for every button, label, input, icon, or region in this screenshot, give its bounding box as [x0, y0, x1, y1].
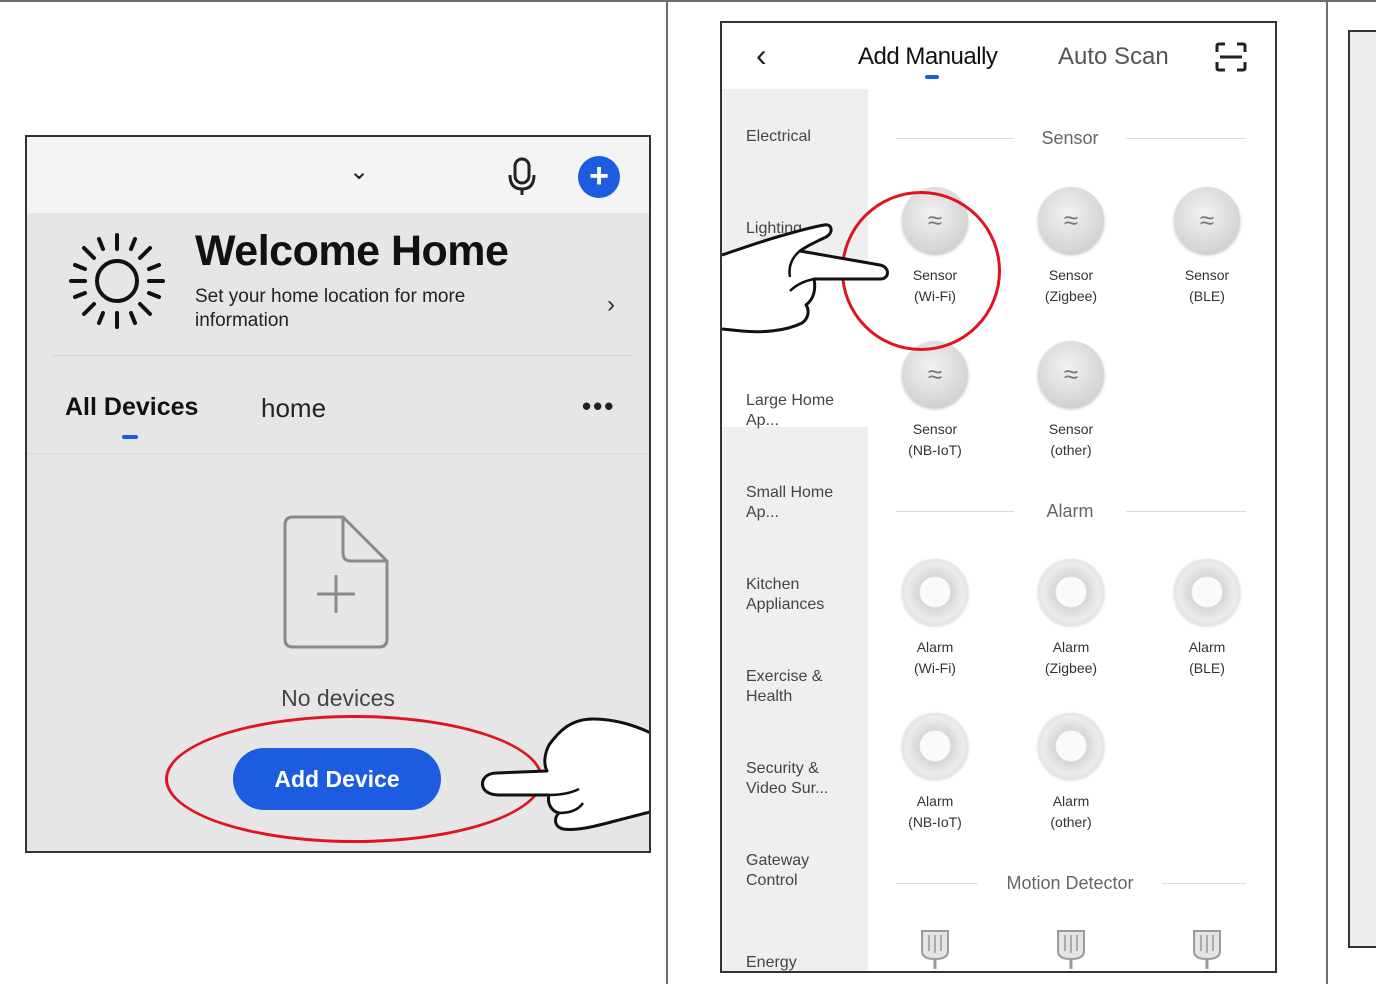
sensor-icon: ≈: [1174, 187, 1240, 253]
sidebar-item-kitchen-appliances[interactable]: Kitchen Appliances: [746, 575, 842, 615]
device-label-protocol: (NB-IoT): [908, 814, 962, 830]
device-label-protocol: (Zigbee): [1044, 660, 1098, 676]
motion-detector-icon: [1193, 930, 1221, 969]
pointing-hand-icon: [722, 223, 889, 334]
device-label: Sensor: [912, 421, 958, 437]
alarm-icon: [1038, 559, 1104, 625]
device-motion-detector[interactable]: [1147, 929, 1267, 971]
alarm-icon: [902, 713, 968, 779]
tab-add-manually[interactable]: Add Manually: [858, 43, 998, 71]
active-tab-indicator: [122, 435, 138, 439]
device-label-protocol: (BLE): [1189, 660, 1225, 676]
section-divider: [1126, 511, 1246, 512]
back-arrow-icon[interactable]: ‹: [756, 37, 767, 74]
section-divider: [1162, 883, 1246, 884]
chevron-down-icon[interactable]: ⌄: [349, 157, 369, 186]
sidebar-item-energy[interactable]: Energy: [746, 953, 858, 971]
sensor-icon: ≈: [1038, 187, 1104, 253]
add-device-screen: ‹ Add Manually Auto Scan Electrical Ligh…: [720, 21, 1277, 973]
section-title-alarm: Alarm: [1046, 501, 1094, 521]
tab-home[interactable]: home: [261, 393, 326, 424]
sensor-icon: ≈: [902, 341, 968, 407]
sidebar-item-gateway-control[interactable]: Gateway Control: [746, 851, 842, 891]
device-label-protocol: (other): [1050, 814, 1092, 830]
device-label: Sensor: [1184, 267, 1230, 283]
top-border: [0, 0, 1376, 2]
empty-state-text: No devices: [281, 685, 395, 711]
section-divider: [896, 138, 1014, 139]
device-motion-detector[interactable]: [1011, 929, 1131, 971]
section-title-motion-detector: Motion Detector: [1006, 873, 1134, 893]
device-label: Alarm: [1052, 639, 1090, 655]
sidebar-item-small-home-appliances[interactable]: Small Home Ap...: [746, 483, 842, 523]
section-divider: [896, 511, 1014, 512]
motion-detector-icon: [1057, 930, 1085, 969]
microphone-icon[interactable]: [505, 157, 541, 197]
scan-icon[interactable]: [1214, 41, 1248, 73]
sun-icon: [69, 233, 165, 329]
sensor-icon: ≈: [1038, 341, 1104, 407]
device-label-protocol: (NB-IoT): [908, 442, 962, 458]
add-plus-button[interactable]: +: [578, 156, 620, 198]
section-divider: [896, 883, 978, 884]
section-divider: [1126, 138, 1246, 139]
welcome-title: Welcome Home: [195, 227, 509, 275]
welcome-subtitle[interactable]: Set your home location for more informat…: [195, 285, 535, 333]
next-step-screen-partial: [1348, 30, 1376, 948]
section-title-sensor: Sensor: [1041, 128, 1099, 148]
motion-detector-icon: [921, 930, 949, 969]
chevron-right-icon[interactable]: ›: [607, 291, 615, 319]
device-label: Alarm: [1052, 793, 1090, 809]
device-label: Alarm: [916, 639, 954, 655]
device-label: Alarm: [916, 793, 954, 809]
divider: [53, 355, 633, 356]
document-add-icon: [283, 515, 389, 649]
cell-divider: [666, 0, 668, 984]
sidebar-item-electrical[interactable]: Electrical: [746, 127, 858, 147]
tab-all-devices[interactable]: All Devices: [65, 393, 198, 422]
alarm-icon: [1174, 559, 1240, 625]
more-icon[interactable]: •••: [582, 391, 615, 422]
top-bar: [27, 137, 649, 213]
sidebar-item-exercise-health[interactable]: Exercise & Health: [746, 667, 842, 707]
alarm-icon: [1038, 713, 1104, 779]
tab-auto-scan[interactable]: Auto Scan: [1058, 43, 1169, 71]
device-label-protocol: (other): [1050, 442, 1092, 458]
device-label-protocol: (Zigbee): [1044, 288, 1098, 304]
device-label-protocol: (BLE): [1189, 288, 1225, 304]
divider: [27, 453, 649, 454]
device-motion-detector[interactable]: [875, 929, 995, 971]
cell-divider: [1326, 0, 1328, 984]
active-tab-indicator: [925, 75, 939, 79]
device-label: Sensor: [1048, 421, 1094, 437]
plus-icon: +: [589, 157, 609, 195]
device-label: Alarm: [1188, 639, 1226, 655]
sidebar-item-large-home-appliances[interactable]: Large Home Ap...: [746, 391, 842, 431]
pointing-hand-icon: [481, 717, 649, 831]
alarm-icon: [902, 559, 968, 625]
device-label-protocol: (Wi-Fi): [914, 660, 956, 676]
device-label: Sensor: [1048, 267, 1094, 283]
home-screen: ⌄ + Welcome Home Set your home location …: [25, 135, 651, 853]
sidebar-item-security-video[interactable]: Security & Video Sur...: [746, 759, 842, 799]
